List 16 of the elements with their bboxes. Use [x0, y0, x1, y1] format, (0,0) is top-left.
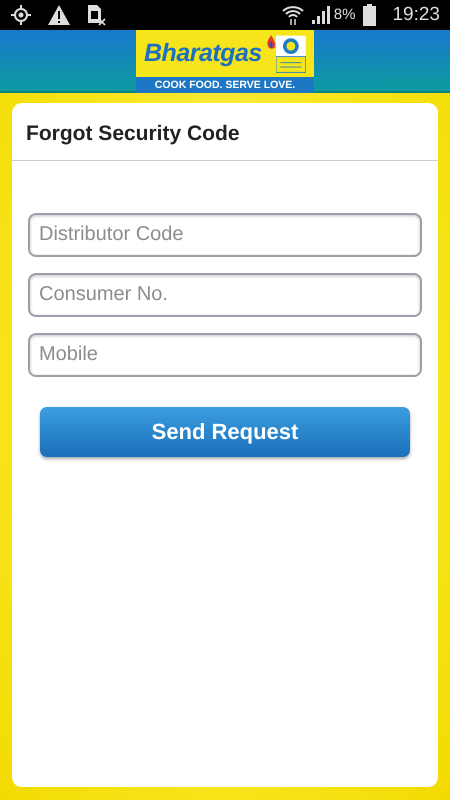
battery-icon — [363, 4, 376, 26]
logo-wordmark: Bharatgas — [144, 41, 262, 66]
logo-tagline: COOK FOOD. SERVE LOVE. — [136, 77, 314, 93]
clock-time: 19:23 — [392, 2, 440, 27]
location-icon — [10, 4, 32, 26]
input-field[interactable]: Consumer No. — [28, 272, 422, 316]
page-title: Forgot Security Code — [12, 103, 438, 160]
wifi-icon — [282, 5, 304, 25]
input-field[interactable]: Distributor Code — [28, 212, 422, 256]
battery-percent: 8% — [334, 4, 356, 25]
send-request-button[interactable]: Send Request — [40, 406, 410, 456]
input-field[interactable]: Mobile — [28, 332, 422, 376]
warning-icon — [48, 5, 70, 25]
sim-card-icon — [86, 4, 106, 26]
signal-icon — [312, 6, 330, 24]
emblem-icon — [276, 32, 306, 74]
